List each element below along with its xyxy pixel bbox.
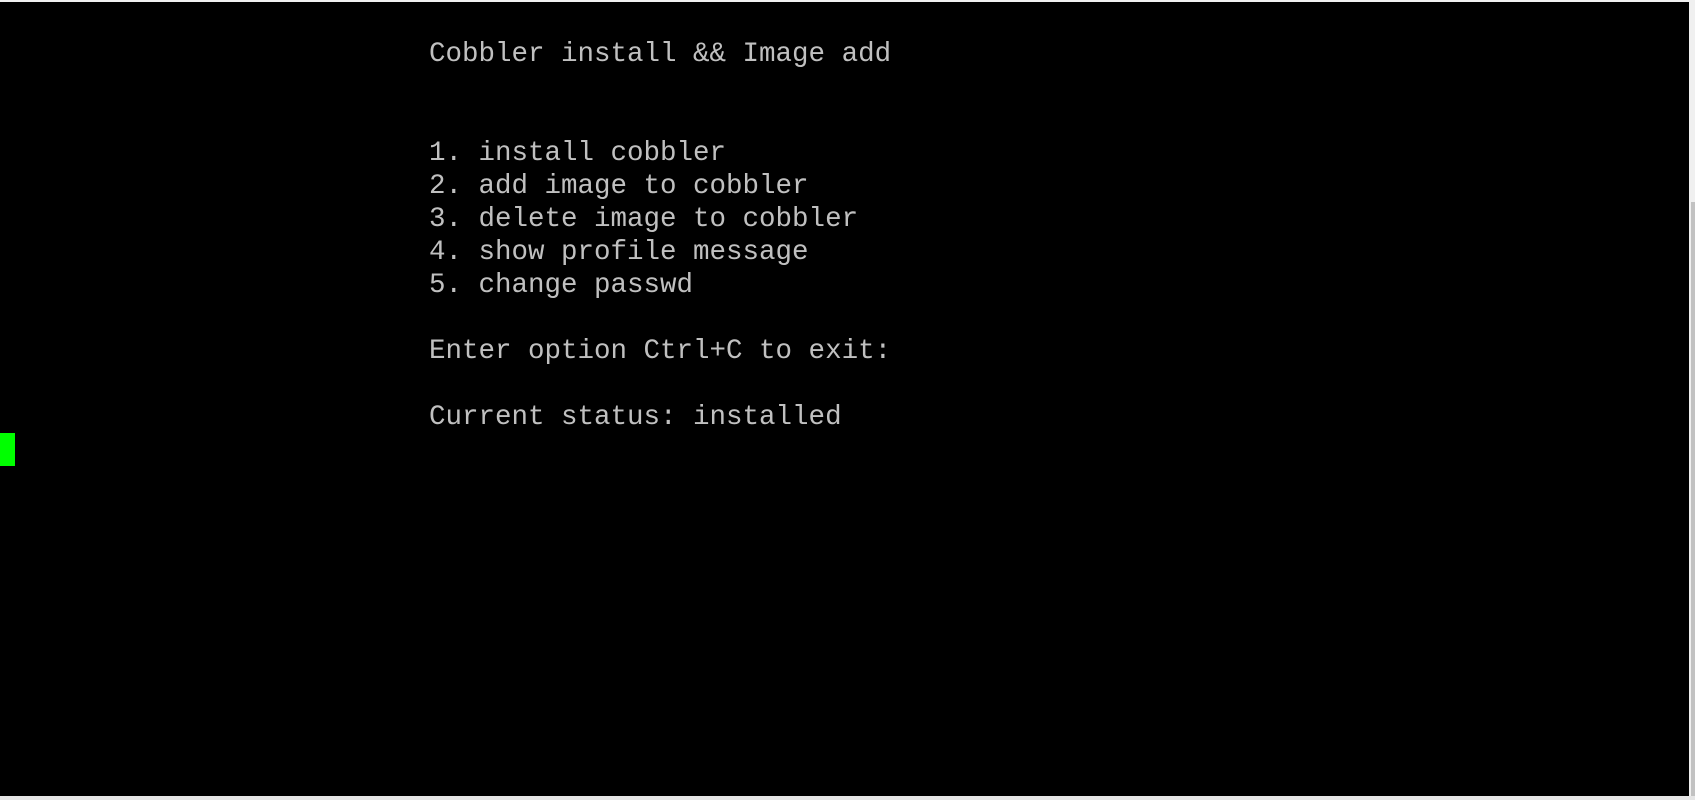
menu-option-add-image: 2. add image to cobbler — [429, 171, 809, 202]
terminal-screen[interactable]: Cobbler install && Image add 1. install … — [0, 2, 1689, 798]
menu-option-delete-image: 3. delete image to cobbler — [429, 204, 859, 235]
vertical-scrollbar[interactable] — [1689, 2, 1695, 798]
menu-option-show-profile: 4. show profile message — [429, 237, 809, 268]
menu-option-install-cobbler: 1. install cobbler — [429, 138, 727, 169]
window-bottom-border — [0, 796, 1695, 800]
input-prompt: Enter option Ctrl+C to exit: — [429, 336, 892, 367]
menu-option-change-passwd: 5. change passwd — [429, 270, 694, 301]
status-line: Current status: installed — [429, 402, 842, 433]
menu-title: Cobbler install && Image add — [429, 39, 892, 70]
terminal-cursor — [0, 433, 15, 466]
scrollbar-thumb[interactable] — [1691, 202, 1695, 798]
terminal-window: Cobbler install && Image add 1. install … — [0, 0, 1695, 800]
